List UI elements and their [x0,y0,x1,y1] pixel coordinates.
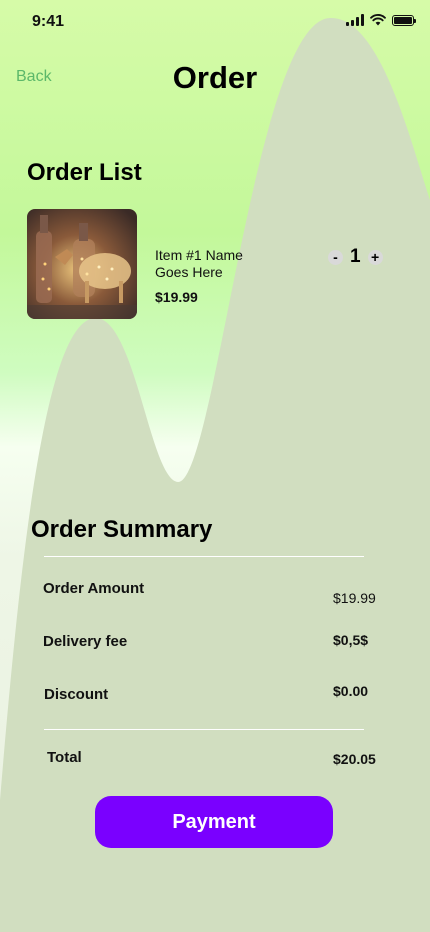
total-label: Total [47,749,82,766]
delivery-fee-label: Delivery fee [43,633,128,650]
battery-icon [392,14,416,26]
item-price: $19.99 [155,289,198,305]
total-value: $20.05 [333,751,376,767]
order-amount-label: Order Amount [43,580,145,597]
order-summary-title: Order Summary [31,516,213,543]
payment-button[interactable]: Payment [95,796,333,848]
item-name: Item #1 Name Goes Here [155,247,243,280]
wifi-icon [370,14,386,26]
product-image [27,209,137,319]
quantity-stepper: - 1 + [328,246,383,268]
summary-divider-bottom [44,729,364,730]
back-button[interactable]: Back [16,68,52,86]
delivery-fee-value: $0,5$ [333,632,369,648]
status-icons [346,14,416,26]
background-wave [0,17,430,932]
discount-value: $0.00 [333,683,369,699]
decrement-button[interactable]: - [328,249,343,265]
page-title: Order [172,60,258,95]
increment-button[interactable]: + [367,249,383,265]
cellular-signal-icon [346,14,364,26]
quantity-value: 1 [350,246,361,267]
summary-divider-top [44,556,364,557]
order-amount-value: $19.99 [333,590,376,606]
discount-label: Discount [44,686,109,703]
status-time: 9:41 [32,13,65,30]
order-list-title: Order List [27,159,142,186]
